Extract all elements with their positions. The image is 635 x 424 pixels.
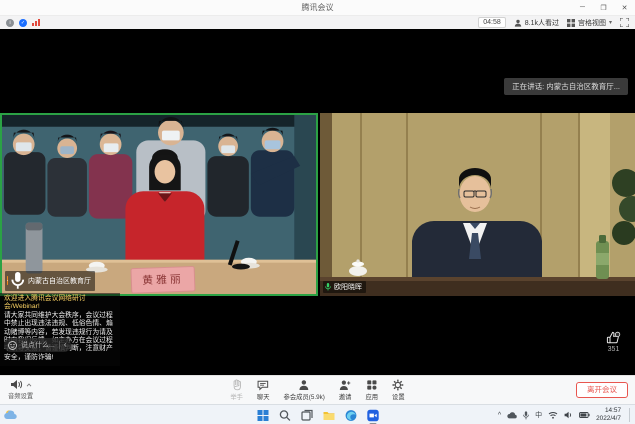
audio-settings-label: 音频设置	[8, 391, 33, 400]
fullscreen-icon[interactable]	[620, 18, 629, 27]
tray-chevron-icon[interactable]: ^	[498, 412, 501, 419]
participant-label-left: 内蒙古自治区教育厅	[5, 271, 95, 291]
invite-icon	[339, 379, 351, 391]
thumbs-up-icon	[606, 331, 621, 345]
network-signal-icon[interactable]	[32, 19, 40, 26]
like-button[interactable]: 351	[606, 331, 621, 353]
clock-time: 14:57	[596, 407, 621, 415]
divider	[59, 341, 60, 349]
meeting-statusbar: i ✓ 04:58 8.1k人看过 宫格视图 ▾	[0, 16, 635, 29]
chat-placeholder[interactable]: 说点什么...	[21, 340, 55, 350]
emoji-icon[interactable]	[8, 341, 17, 350]
edge-browser-icon[interactable]	[344, 409, 357, 422]
office-video	[320, 113, 635, 296]
minimize-button[interactable]: ─	[572, 0, 593, 15]
raise-hand-icon	[231, 379, 243, 391]
meeting-timer: 04:58	[478, 17, 506, 28]
start-button[interactable]	[256, 409, 269, 422]
viewer-count[interactable]: 8.1k人看过	[514, 18, 559, 28]
window-title: 腾讯会议	[302, 2, 334, 13]
chevron-up-icon[interactable]	[26, 383, 32, 387]
meeting-info-icon[interactable]: i	[6, 19, 14, 27]
video-tile-right[interactable]: 欧阳晓晖	[320, 113, 635, 296]
participant-label-right: 欧阳晓晖	[323, 281, 366, 293]
person-icon	[514, 19, 522, 27]
task-view-icon[interactable]	[300, 409, 313, 422]
file-explorer-icon[interactable]	[322, 409, 335, 422]
members-icon	[298, 379, 310, 391]
view-mode-button[interactable]: 宫格视图 ▾	[567, 18, 612, 28]
tencent-meeting-app-icon[interactable]	[366, 409, 379, 422]
tray-mic-icon[interactable]	[523, 411, 529, 420]
video-tile-left[interactable]: 黄雅丽 内蒙古自治区教育厅	[0, 113, 318, 296]
like-count: 351	[608, 346, 620, 353]
invite-button[interactable]: 邀请	[339, 379, 352, 401]
maximize-button[interactable]: ❐	[593, 0, 614, 15]
members-button[interactable]: 参会成员(5.9k)	[284, 379, 325, 401]
onedrive-cloud-icon[interactable]	[507, 412, 517, 419]
webinar-welcome-notice: 欢迎进入腾讯会议网络研讨会/Webinar! 请大家共同维护大会秩序，会议过程中…	[0, 293, 120, 366]
window-controls: ─ ❐ ✕	[572, 0, 635, 15]
chat-collapse-icon[interactable]: ‹	[64, 341, 67, 349]
system-tray: ^ 中 14:57 2022/4/7	[498, 405, 632, 424]
taskbar-clock[interactable]: 14:57 2022/4/7	[596, 407, 621, 422]
audio-settings-button[interactable]: 音频设置	[8, 379, 33, 400]
welcome-headline: 欢迎进入腾讯会议网络研讨会/Webinar!	[4, 295, 116, 312]
windows-taskbar: ^ 中 14:57 2022/4/7	[0, 404, 635, 424]
taskbar-app-icons	[256, 405, 379, 424]
chat-button[interactable]: 聊天	[257, 379, 270, 401]
settings-button[interactable]: 设置	[392, 379, 405, 401]
chevron-down-icon: ▾	[609, 19, 612, 26]
mic-speaking-icon	[325, 283, 331, 291]
settings-gear-icon	[392, 379, 404, 391]
now-speaking-banner: 正在讲话: 内蒙古自治区教育厅...	[504, 78, 628, 95]
nameplate-text: 黄雅丽	[142, 272, 184, 287]
grid-view-icon	[567, 19, 575, 27]
apps-button[interactable]: 应用	[365, 379, 378, 401]
mic-on-icon	[11, 272, 25, 290]
security-shield-icon[interactable]: ✓	[19, 19, 27, 27]
audio-active-icon	[7, 276, 8, 285]
battery-icon[interactable]	[579, 412, 590, 418]
close-button[interactable]: ✕	[614, 0, 635, 15]
video-stage: 黄雅丽 内蒙古自治区教育厅	[0, 29, 635, 375]
meeting-toolbar: 音频设置 举手 聊天 参会成员(5.9k) 邀请 应用	[0, 375, 635, 404]
show-desktop-button[interactable]	[629, 408, 632, 422]
speaker-icon	[10, 379, 23, 390]
chat-icon	[257, 379, 269, 391]
wifi-icon[interactable]	[548, 411, 558, 419]
chat-input[interactable]: 说点什么... ‹	[4, 338, 71, 352]
tencent-meeting-window: 腾讯会议 ─ ❐ ✕ i ✓ 04:58 8.1k人看过 宫格视图 ▾	[0, 0, 635, 424]
clock-date: 2022/4/7	[596, 415, 621, 423]
weather-widget-icon[interactable]	[4, 408, 18, 422]
apps-icon	[366, 379, 378, 391]
toolbar-center: 举手 聊天 参会成员(5.9k) 邀请 应用 设置	[230, 379, 404, 401]
raise-hand-button[interactable]: 举手	[230, 379, 243, 401]
volume-icon[interactable]	[564, 411, 573, 419]
leave-meeting-button[interactable]: 离开会议	[576, 382, 628, 398]
titlebar: 腾讯会议 ─ ❐ ✕	[0, 0, 635, 16]
search-icon[interactable]	[278, 409, 291, 422]
ime-indicator[interactable]: 中	[535, 410, 542, 420]
conference-room-video: 黄雅丽	[2, 115, 316, 294]
